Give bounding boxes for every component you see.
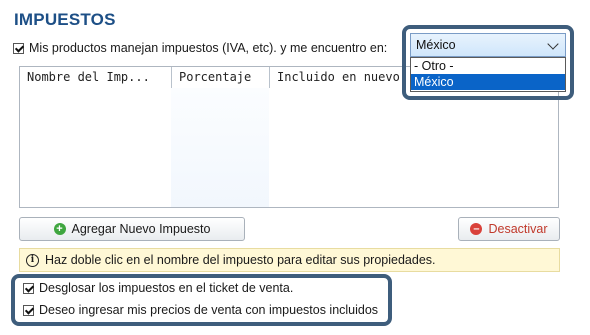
taxes-row: Mis productos manejan impuestos (IVA, et… — [13, 41, 387, 55]
add-tax-button-label: Agregar Nuevo Impuesto — [71, 222, 211, 236]
prices-include-checkbox-label: Deseo ingresar mis precios de venta con … — [39, 303, 379, 317]
taxes-checkbox-label: Mis productos manejan impuestos (IVA, et… — [29, 41, 388, 55]
country-select[interactable]: México — [410, 33, 566, 57]
country-options-list: - Otro - México — [410, 57, 566, 92]
breakdown-row: Desglosar los impuestos en el ticket de … — [23, 281, 293, 295]
column-header-percentage[interactable]: Porcentaje — [172, 67, 270, 88]
minus-icon: – — [470, 223, 483, 235]
prices-include-row: Deseo ingresar mis precios de venta con … — [23, 303, 378, 317]
deactivate-button[interactable]: – Desactivar — [458, 217, 560, 241]
taxes-checkbox[interactable] — [13, 42, 24, 54]
info-bar: i Haz doble clic en el nombre del impues… — [19, 248, 560, 272]
breakdown-checkbox[interactable] — [23, 282, 34, 294]
info-text: Haz doble clic en el nombre del impuesto… — [45, 253, 436, 267]
breakdown-checkbox-label: Desglosar los impuestos en el ticket de … — [39, 281, 294, 295]
prices-include-checkbox[interactable] — [23, 304, 34, 316]
info-icon: i — [26, 253, 39, 267]
column-shade — [171, 88, 269, 207]
section-title: IMPUESTOS — [14, 10, 116, 29]
column-header-name[interactable]: Nombre del Imp... — [20, 67, 172, 88]
country-option-other[interactable]: - Otro - — [411, 58, 565, 74]
country-select-value: México — [416, 38, 456, 52]
country-option-mexico[interactable]: México — [411, 74, 565, 90]
deactivate-button-label: Desactivar — [488, 222, 548, 236]
add-tax-button[interactable]: + Agregar Nuevo Impuesto — [19, 217, 245, 241]
plus-icon: + — [53, 223, 66, 235]
chevron-down-icon[interactable] — [547, 38, 559, 50]
